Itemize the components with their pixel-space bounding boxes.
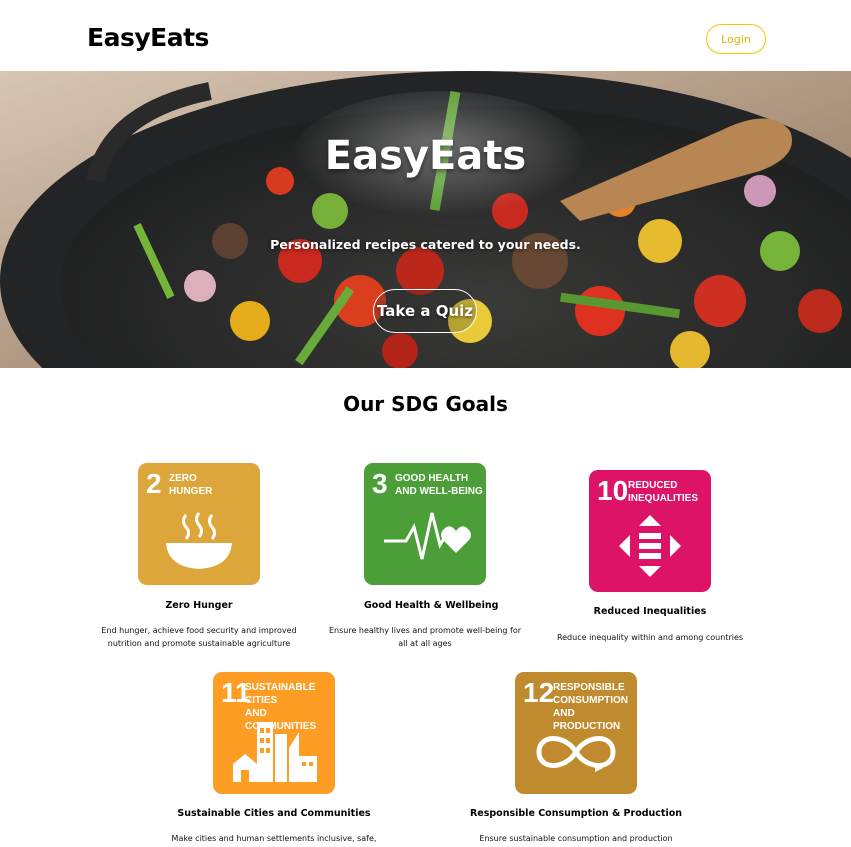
login-button[interactable]: Login bbox=[706, 24, 766, 54]
sdg-tile-responsible-consumption[interactable]: 12 RESPONSIBLE CONSUMPTION AND PRODUCTIO… bbox=[515, 672, 637, 794]
goal-name-sustainable-cities: Sustainable Cities and Communities bbox=[177, 808, 371, 819]
goal-name-good-health: Good Health & Wellbeing bbox=[364, 600, 499, 611]
brand-logo[interactable]: EasyEats bbox=[87, 23, 209, 52]
goal-description-zero-hunger: End hunger, achieve food security and im… bbox=[101, 626, 297, 648]
city-buildings-icon bbox=[233, 722, 317, 782]
sdg-tile-sustainable-cities[interactable]: 11 SUSTAINABLE CITIES AND COMMUNITIES bbox=[213, 672, 335, 794]
bowl-icon bbox=[166, 512, 232, 569]
hero-title: EasyEats bbox=[324, 133, 527, 179]
sdg-tile-good-health[interactable]: 3 GOOD HEALTH AND WELL-BEING bbox=[364, 463, 486, 585]
infinity-loop-icon bbox=[536, 736, 616, 772]
sdg-tile-reduced-inequalities[interactable]: 10 REDUCED INEQUALITIES bbox=[589, 470, 711, 592]
take-quiz-button[interactable]: Take a Quiz bbox=[373, 289, 477, 333]
goal-description-responsible-consumption: Ensure sustainable consumption and produ… bbox=[479, 834, 673, 843]
equality-arrows-icon bbox=[619, 515, 681, 577]
hero-subtitle: Personalized recipes catered to your nee… bbox=[270, 237, 581, 252]
sdg-section-title: Our SDG Goals bbox=[343, 392, 508, 416]
goal-name-responsible-consumption: Responsible Consumption & Production bbox=[469, 808, 683, 819]
goal-description-reduced-inequalities: Reduce inequality within and among count… bbox=[556, 633, 744, 642]
heartbeat-icon bbox=[384, 512, 471, 560]
goal-description-sustainable-cities: Make cities and human settlements inclus… bbox=[171, 834, 377, 843]
sdg-tile-zero-hunger[interactable]: 2 ZERO HUNGER bbox=[138, 463, 260, 585]
site-header: EasyEats Login bbox=[0, 0, 851, 71]
goal-name-zero-hunger: Zero Hunger bbox=[165, 600, 233, 611]
goal-name-reduced-inequalities: Reduced Inequalities bbox=[593, 606, 707, 617]
hero-banner: EasyEats Personalized recipes catered to… bbox=[0, 71, 851, 368]
goal-description-good-health: Ensure healthy lives and promote well-be… bbox=[328, 626, 522, 648]
